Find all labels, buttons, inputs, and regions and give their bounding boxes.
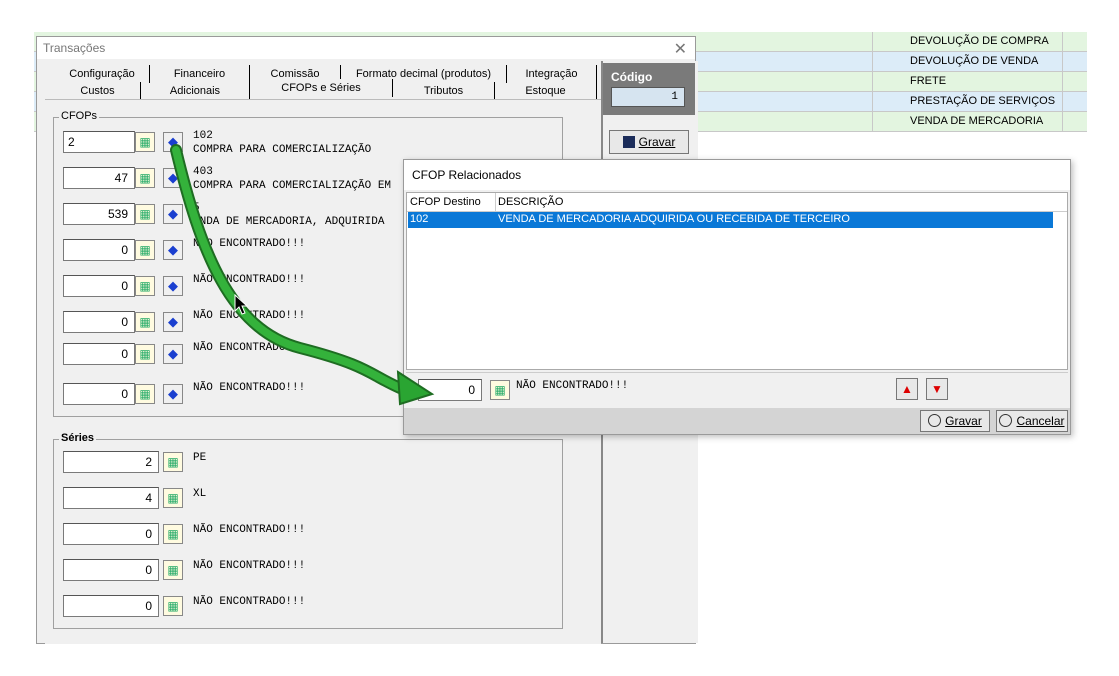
annotation-arrow	[170, 144, 435, 406]
mouse-cursor-icon	[234, 294, 248, 315]
